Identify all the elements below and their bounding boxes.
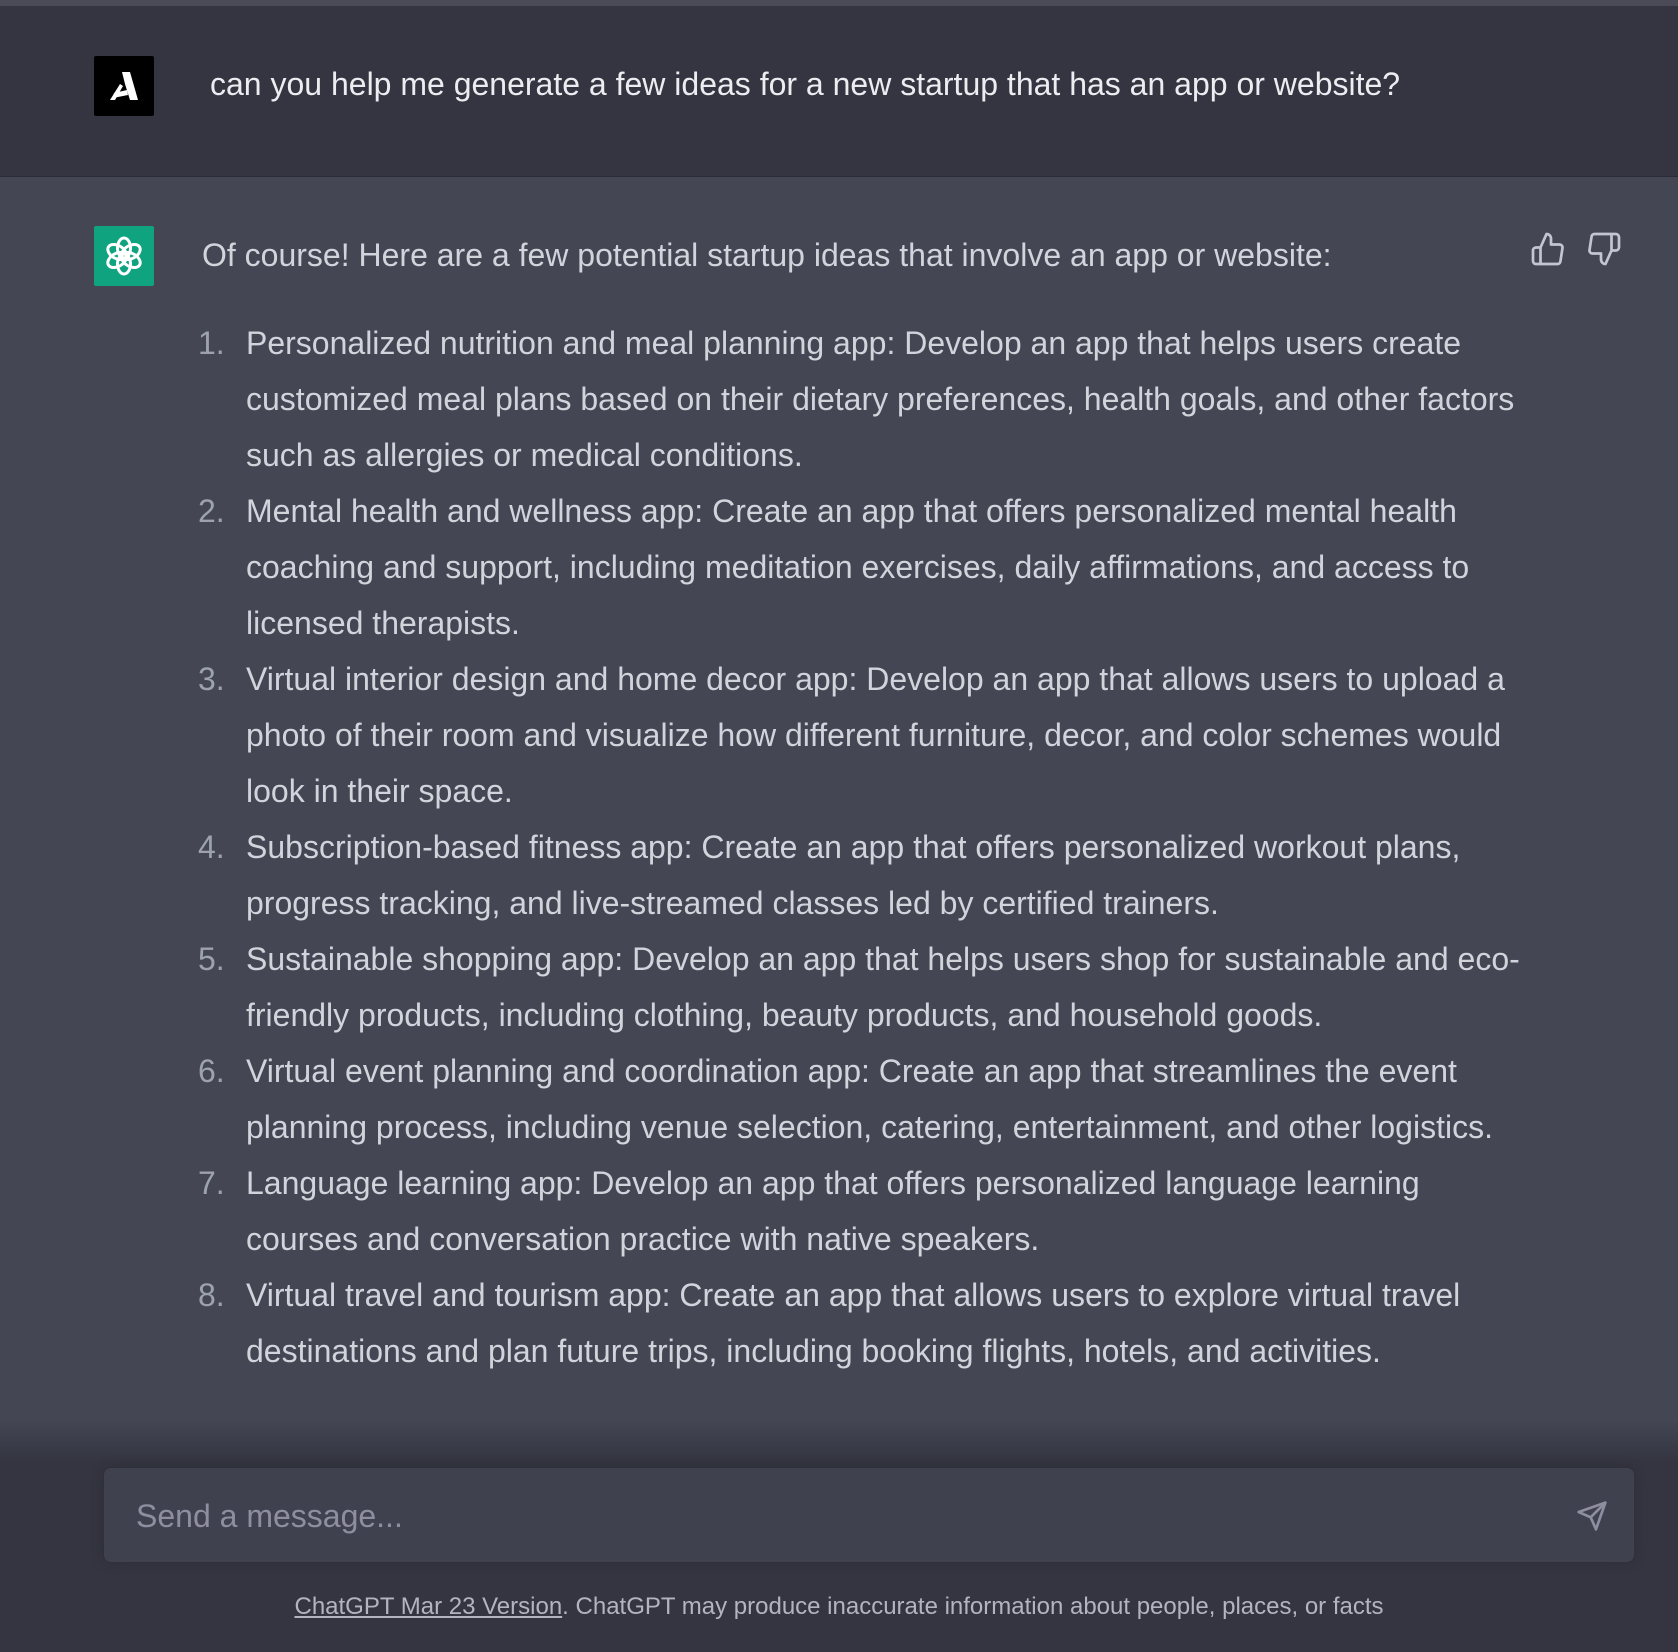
thumbs-up-icon: [1531, 232, 1564, 266]
list-item-number: 4.: [198, 829, 225, 865]
list-item-text: Sustainable shopping app: Develop an app…: [246, 941, 1520, 1033]
list-item-text: Virtual event planning and coordination …: [246, 1053, 1493, 1145]
logo-a-icon: [110, 72, 138, 100]
send-button[interactable]: [1568, 1492, 1616, 1540]
version-link[interactable]: ChatGPT Mar 23 Version: [294, 1593, 562, 1620]
user-message-text: can you help me generate a few ideas for…: [210, 66, 1401, 102]
list-item-number: 1.: [198, 325, 225, 361]
user-message-row: can you help me generate a few ideas for…: [0, 6, 1678, 177]
list-item-text: Mental health and wellness app: Create a…: [246, 493, 1470, 641]
list-item: 3. Virtual interior design and home deco…: [190, 651, 1520, 819]
list-item: 6. Virtual event planning and coordinati…: [190, 1043, 1520, 1155]
thumbs-down-button[interactable]: [1586, 231, 1622, 267]
list-item-text: Personalized nutrition and meal planning…: [246, 325, 1515, 473]
assistant-intro-text: Of course! Here are a few potential star…: [202, 237, 1332, 273]
startup-idea-list: 1. Personalized nutrition and meal plann…: [190, 315, 1520, 1379]
assistant-avatar: [94, 226, 154, 286]
list-item-text: Language learning app: Develop an app th…: [246, 1165, 1420, 1257]
thumbs-down-icon: [1588, 232, 1621, 266]
list-item-text: Subscription-based fitness app: Create a…: [246, 829, 1461, 921]
list-item-number: 2.: [198, 493, 225, 529]
footer-disclaimer: ChatGPT Mar 23 Version. ChatGPT may prod…: [0, 1590, 1678, 1624]
list-item-number: 6.: [198, 1053, 225, 1089]
send-icon: [1577, 1501, 1607, 1531]
assistant-message-row: Of course! Here are a few potential star…: [0, 177, 1678, 1457]
openai-logo-icon: [106, 236, 142, 276]
list-item: 7. Language learning app: Develop an app…: [190, 1155, 1520, 1267]
list-item-number: 8.: [198, 1277, 225, 1313]
list-item: 5. Sustainable shopping app: Develop an …: [190, 931, 1520, 1043]
list-item-number: 3.: [198, 661, 225, 697]
list-item: 8. Virtual travel and tourism app: Creat…: [190, 1267, 1520, 1379]
list-item-text: Virtual travel and tourism app: Create a…: [246, 1277, 1461, 1369]
message-composer: [103, 1467, 1635, 1563]
list-item-number: 5.: [198, 941, 225, 977]
list-item-number: 7.: [198, 1165, 225, 1201]
list-item: 2. Mental health and wellness app: Creat…: [190, 483, 1520, 651]
list-item-text: Virtual interior design and home decor a…: [246, 661, 1505, 809]
list-item: 1. Personalized nutrition and meal plann…: [190, 315, 1520, 483]
user-avatar: [94, 56, 154, 116]
thumbs-up-button[interactable]: [1530, 231, 1566, 267]
list-item: 4. Subscription-based fitness app: Creat…: [190, 819, 1520, 931]
message-input[interactable]: [134, 1492, 1538, 1540]
footer-note-text: . ChatGPT may produce inaccurate informa…: [562, 1593, 1384, 1620]
